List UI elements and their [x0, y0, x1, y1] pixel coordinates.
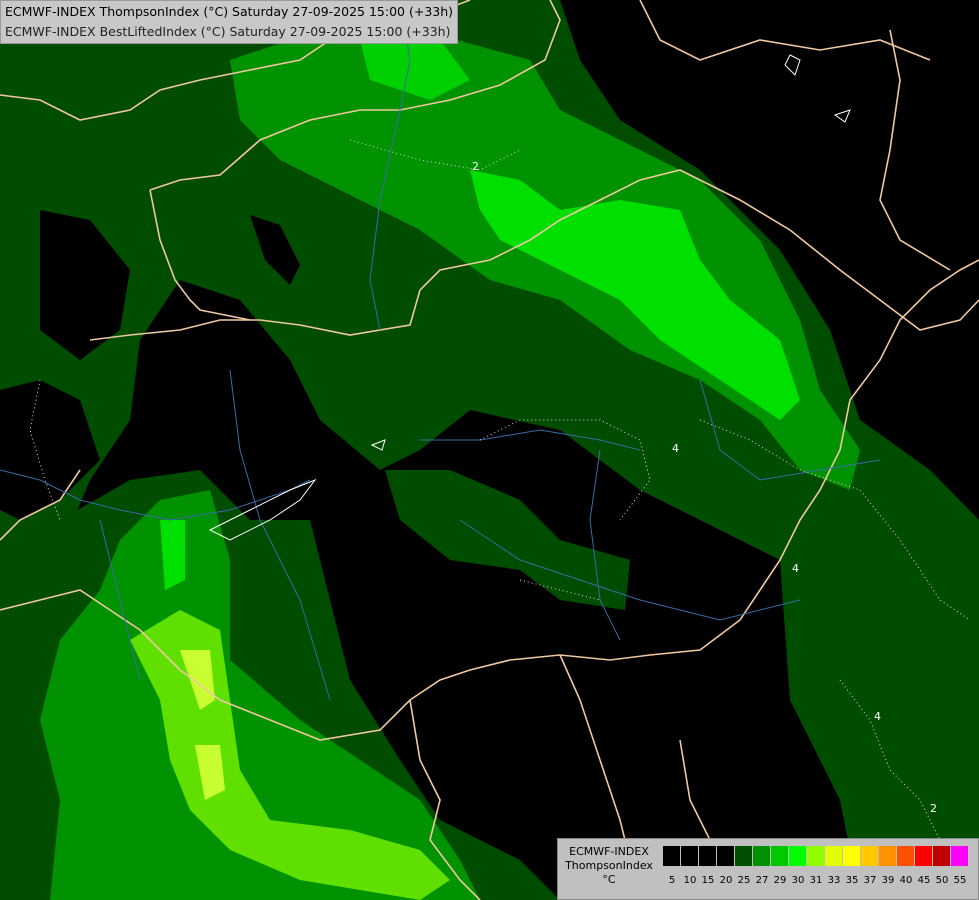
legend-tick: 39 — [881, 875, 895, 886]
legend-tick: 55 — [953, 875, 967, 886]
legend-swatch — [807, 846, 824, 866]
legend-swatch — [825, 846, 842, 866]
map-header: ECMWF-INDEX ThompsonIndex (°C) Saturday … — [0, 0, 459, 44]
legend-swatch — [681, 846, 698, 866]
legend-tick: 29 — [773, 875, 787, 886]
legend-swatch — [897, 846, 914, 866]
legend-swatch — [933, 846, 950, 866]
color-legend: ECMWF-INDEX ThompsonIndex °C 5 10 15 20 25 27… — [557, 838, 979, 900]
header-line-bestlifted: ECMWF-INDEX BestLiftedIndex (°C) Saturda… — [5, 24, 451, 39]
legend-swatch — [879, 846, 896, 866]
legend-swatch — [861, 846, 878, 866]
contour-label: 2 — [930, 802, 937, 815]
legend-tick: 10 — [683, 875, 697, 886]
legend-tick: 45 — [917, 875, 931, 886]
legend-swatch — [699, 846, 716, 866]
contour-label: 4 — [672, 442, 679, 455]
legend-tick: 25 — [737, 875, 751, 886]
legend-tick: 40 — [899, 875, 913, 886]
legend-title-variable: ThompsonIndex — [565, 859, 653, 872]
legend-swatch — [951, 846, 968, 866]
legend-swatch — [753, 846, 770, 866]
legend-swatches — [663, 846, 969, 866]
contour-label: 2 — [472, 160, 479, 173]
legend-tick: 15 — [701, 875, 715, 886]
legend-tick: 37 — [863, 875, 877, 886]
weather-map: 2 4 4 4 2 — [0, 0, 979, 900]
legend-swatch — [771, 846, 788, 866]
legend-swatch — [789, 846, 806, 866]
legend-swatch — [735, 846, 752, 866]
legend-tick: 20 — [719, 875, 733, 886]
legend-tick: 30 — [791, 875, 805, 886]
legend-tick: 35 — [845, 875, 859, 886]
header-line-thompson: ECMWF-INDEX ThompsonIndex (°C) Saturday … — [5, 4, 454, 19]
legend-title: ECMWF-INDEX ThompsonIndex °C — [561, 845, 657, 887]
legend-tick: 5 — [668, 875, 676, 886]
legend-title-unit: °C — [602, 873, 616, 886]
contour-label: 4 — [792, 562, 799, 575]
legend-title-model: ECMWF-INDEX — [569, 845, 649, 858]
legend-ticks: 5 10 15 20 25 27 29 30 31 33 35 37 39 40 45 50 55 — [663, 875, 969, 886]
legend-tick: 50 — [935, 875, 949, 886]
legend-tick: 27 — [755, 875, 769, 886]
legend-tick: 33 — [827, 875, 841, 886]
legend-swatch — [663, 846, 680, 866]
legend-swatch — [717, 846, 734, 866]
legend-swatch — [915, 846, 932, 866]
contour-label: 4 — [874, 710, 881, 723]
legend-tick: 31 — [809, 875, 823, 886]
legend-swatch — [843, 846, 860, 866]
